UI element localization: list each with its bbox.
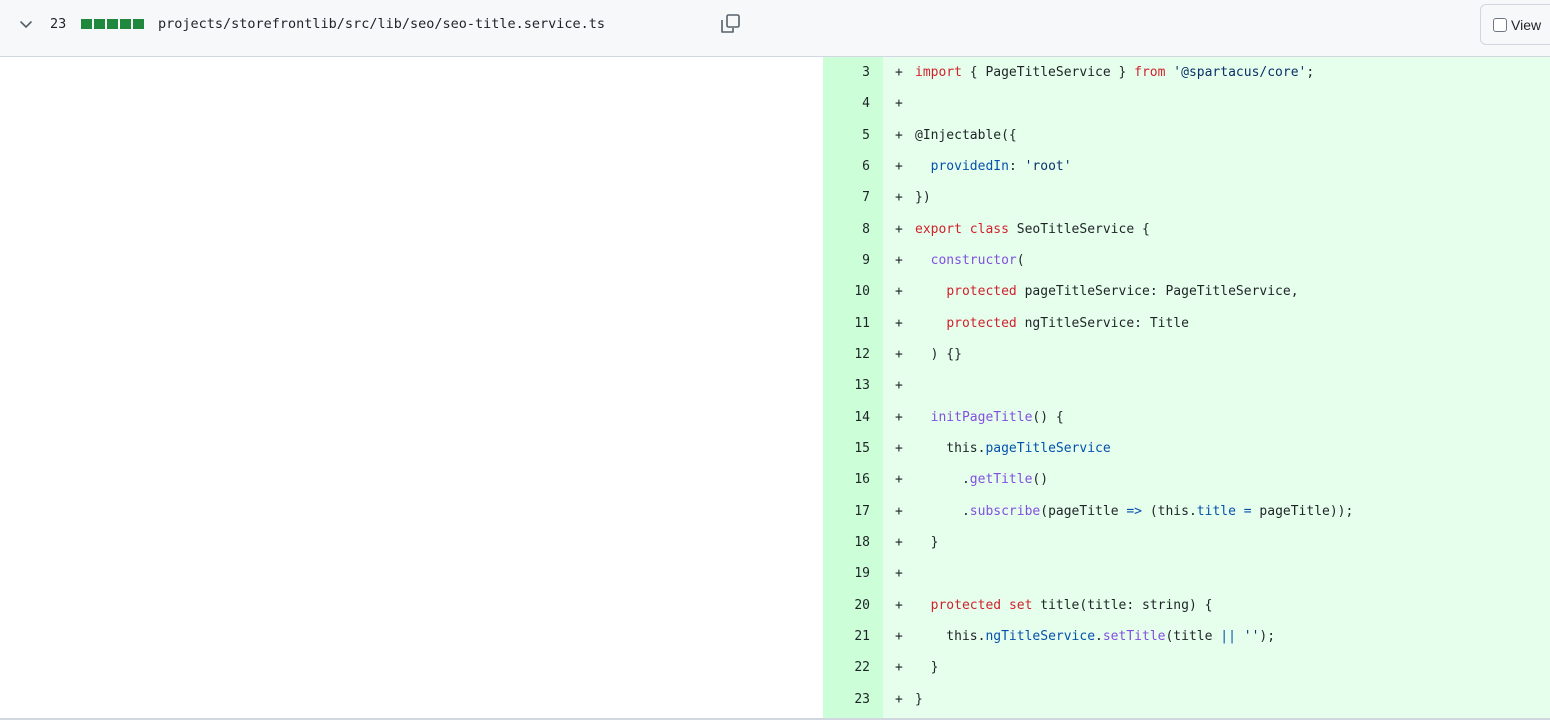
addition-marker: + (895, 127, 903, 143)
addition-marker: + (895, 65, 903, 80)
diff-line: 13 + (823, 370, 1550, 401)
diff-line: 12 + ) {} (823, 339, 1550, 370)
diff-lines: 3 + import { PageTitleService } from '@spa… (823, 57, 1550, 715)
addition-marker: + (895, 190, 903, 206)
diff-line: 5 + @Injectable({ (823, 120, 1550, 151)
line-number[interactable]: 3 (823, 57, 870, 88)
code-text: }) (915, 190, 931, 206)
addition-marker: + (895, 472, 903, 488)
addition-marker: + (895, 378, 903, 394)
diff-line: 3 + import { PageTitleService } from '@spa… (823, 57, 1550, 88)
addition-marker: + (895, 597, 903, 613)
code-text: initPageTitle() { (930, 409, 1064, 425)
addition-marker: + (895, 534, 903, 550)
diff-line: 18 + } (823, 527, 1550, 558)
diff-line: 6 + providedIn: 'root' (823, 151, 1550, 182)
addition-marker: + (895, 503, 903, 519)
line-number[interactable]: 16 (823, 464, 870, 495)
line-number[interactable]: 21 (823, 621, 870, 652)
diff-line: 15 + this.pageTitleService (823, 433, 1550, 464)
addition-marker: + (895, 284, 903, 300)
addition-marker: + (895, 221, 903, 237)
line-number[interactable]: 14 (823, 402, 870, 433)
code-text: providedIn: 'root' (930, 158, 1072, 174)
line-number[interactable]: 18 (823, 527, 870, 558)
addition-marker: + (895, 96, 903, 112)
file-path-link[interactable]: projects/storefrontlib/src/lib/seo/seo-t… (158, 15, 605, 33)
line-number[interactable]: 12 (823, 339, 870, 370)
addition-marker: + (895, 660, 903, 676)
line-number[interactable]: 4 (823, 88, 870, 119)
diff-right-additions: 3 + import { PageTitleService } from '@spa… (823, 57, 1550, 718)
diffstat-block (107, 19, 118, 29)
line-number[interactable]: 11 (823, 308, 870, 339)
viewed-toggle[interactable]: View (1480, 4, 1550, 45)
diff-line: 16 + .getTitle() (823, 464, 1550, 495)
viewed-label: View (1511, 17, 1542, 33)
diff-body: 3 + import { PageTitleService } from '@spa… (0, 57, 1550, 718)
diff-line: 17 + .subscribe(pageTitle => (this.title … (823, 496, 1550, 527)
diff-left-empty (0, 57, 823, 718)
code-text: constructor( (930, 252, 1025, 268)
line-number[interactable]: 7 (823, 182, 870, 213)
code-text: .subscribe(pageTitle => (this.title = pa… (915, 503, 1354, 519)
diff-line: 4 + (823, 88, 1550, 119)
code-text: protected set title(title: string) { (930, 597, 1213, 613)
code-text: this.ngTitleService.setTitle(title || ''… (915, 628, 1276, 644)
addition-marker: + (895, 158, 903, 174)
line-number[interactable]: 15 (823, 433, 870, 464)
line-number[interactable]: 20 (823, 590, 870, 621)
diff-line: 14 + initPageTitle() { (823, 402, 1550, 433)
chevron-down-icon[interactable] (16, 14, 36, 34)
diff-line: 7 +}) (823, 182, 1550, 213)
code-text: protected pageTitleService: PageTitleSer… (946, 284, 1299, 300)
diff-line: 19 + (823, 558, 1550, 589)
addition-marker: + (895, 252, 903, 268)
line-number[interactable]: 9 (823, 245, 870, 276)
line-number[interactable]: 6 (823, 151, 870, 182)
code-text: export class SeoTitleService { (915, 221, 1150, 237)
diff-line: 9 + constructor( (823, 245, 1550, 276)
viewed-checkbox[interactable] (1493, 18, 1507, 32)
addition-marker: + (895, 691, 903, 707)
code-text: import { PageTitleService } from '@spart… (915, 65, 1315, 80)
line-number[interactable]: 13 (823, 370, 870, 401)
diffstat-block (81, 19, 92, 29)
diff-line: 22 + } (823, 652, 1550, 683)
addition-marker: + (895, 346, 903, 362)
addition-marker: + (895, 440, 903, 456)
line-number[interactable]: 23 (823, 684, 870, 715)
diff-line: 23 +} (823, 684, 1550, 715)
diff-line: 11 + protected ngTitleService: Title (823, 308, 1550, 339)
diff-line: 21 + this.ngTitleService.setTitle(title |… (823, 621, 1550, 652)
code-text: } (915, 534, 939, 550)
change-count: 23 (50, 16, 67, 32)
line-number[interactable]: 17 (823, 496, 870, 527)
code-text: @Injectable({ (915, 127, 1017, 143)
code-text: protected ngTitleService: Title (946, 315, 1189, 331)
addition-marker: + (895, 566, 903, 582)
diffstat-block (133, 19, 144, 29)
addition-marker: + (895, 409, 903, 425)
line-number[interactable]: 19 (823, 558, 870, 589)
code-text: ) {} (915, 346, 962, 362)
addition-marker: + (895, 315, 903, 331)
line-number[interactable]: 8 (823, 214, 870, 245)
line-number[interactable]: 5 (823, 120, 870, 151)
copy-icon[interactable] (718, 11, 744, 35)
code-text: } (915, 691, 923, 707)
file-header: 23 projects/storefrontlib/src/lib/seo/se… (0, 0, 1550, 57)
addition-marker: + (895, 628, 903, 644)
diffstat-block (120, 19, 131, 29)
diffstat-block (94, 19, 105, 29)
line-number[interactable]: 10 (823, 276, 870, 307)
diffstat-bar (81, 19, 144, 29)
diff-line: 8 + export class SeoTitleService { (823, 214, 1550, 245)
code-text: .getTitle() (915, 472, 1049, 488)
diff-line: 20 + protected set title(title: string) { (823, 590, 1550, 621)
code-text: this.pageTitleService (915, 440, 1111, 456)
diff-line: 10 + protected pageTitleService: PageTitl… (823, 276, 1550, 307)
code-text: } (915, 660, 939, 676)
line-number[interactable]: 22 (823, 652, 870, 683)
